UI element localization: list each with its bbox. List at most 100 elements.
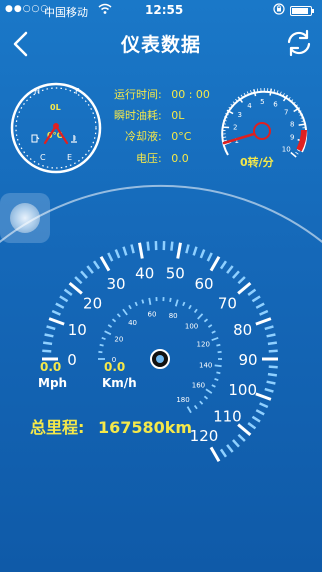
outer-scale-label: 110 bbox=[213, 408, 242, 426]
fuel-temp-gauge: H F C E 0L 0°C bbox=[8, 80, 104, 176]
inner-scale-tick bbox=[197, 313, 204, 320]
inner-scale-tick bbox=[199, 400, 204, 405]
inner-scale-tick bbox=[207, 324, 213, 328]
tachometer-tick-label: 2 bbox=[233, 124, 237, 132]
inner-scale-label: 160 bbox=[192, 381, 205, 389]
temp-high-label: H bbox=[34, 87, 40, 96]
outer-scale-tick bbox=[237, 276, 246, 285]
outer-scale-tick bbox=[86, 265, 94, 274]
outer-scale-tick bbox=[268, 365, 278, 369]
tachometer-tick-label: 8 bbox=[290, 120, 294, 128]
fuel-consumption-value: 0L bbox=[171, 109, 185, 122]
outer-scale-tick bbox=[51, 309, 61, 316]
mph-unit: Mph bbox=[38, 376, 68, 390]
inner-scale-label: 140 bbox=[199, 361, 212, 369]
inner-scale-tick bbox=[203, 318, 209, 323]
inner-scale-tick bbox=[128, 304, 132, 310]
inner-scale-tick bbox=[148, 297, 152, 305]
inner-scale-label: 60 bbox=[148, 311, 157, 319]
inner-scale-tick bbox=[214, 377, 219, 382]
outer-scale-tick bbox=[199, 249, 206, 259]
inner-scale-label: 100 bbox=[185, 323, 198, 331]
outer-scale-tick bbox=[247, 288, 257, 296]
outer-scale-tick bbox=[266, 333, 276, 338]
battery-icon bbox=[290, 6, 314, 16]
outer-scale-tick bbox=[255, 392, 272, 401]
carrier-name: 中国移动 bbox=[44, 6, 88, 19]
inner-scale-label: 80 bbox=[169, 312, 178, 320]
outer-scale-label: 60 bbox=[194, 275, 213, 293]
odometer: 总里程: 167580km bbox=[30, 414, 192, 438]
inner-scale-label: 180 bbox=[176, 396, 189, 404]
inner-scale-tick bbox=[186, 406, 192, 414]
outer-scale-tick bbox=[55, 302, 65, 309]
outer-scale-tick bbox=[255, 302, 265, 309]
outer-scale-label: 100 bbox=[228, 381, 257, 399]
inner-scale-tick bbox=[211, 384, 216, 388]
run-time-value: 00 : 00 bbox=[171, 88, 210, 101]
tachometer-tick-labels: 1234 5 678910 bbox=[233, 98, 294, 154]
outer-scale-tick bbox=[251, 295, 261, 303]
inner-scale-tick bbox=[116, 313, 121, 318]
odometer-value: 167580km bbox=[97, 418, 193, 437]
inner-scale-tick bbox=[141, 299, 145, 304]
tachometer-tick bbox=[222, 123, 227, 125]
outer-scale-label: 90 bbox=[238, 351, 257, 369]
outer-scale-label: 10 bbox=[68, 321, 87, 339]
inner-scale-tick bbox=[216, 371, 221, 375]
outer-scale-tick bbox=[209, 256, 221, 272]
refresh-button[interactable] bbox=[284, 28, 314, 58]
voltage-value: 0.0 bbox=[171, 152, 189, 165]
outer-scale-tick bbox=[42, 341, 53, 346]
outer-scale-tick bbox=[206, 252, 213, 262]
outer-scale-tick bbox=[114, 249, 121, 259]
kmh-unit: Km/h bbox=[102, 376, 137, 390]
inner-scale-tick bbox=[104, 330, 112, 336]
outer-scale-tick bbox=[42, 349, 52, 353]
outer-scale-tick bbox=[130, 244, 135, 254]
background-arc bbox=[0, 184, 322, 244]
inner-scale-tick bbox=[193, 308, 198, 314]
fuel-consumption-row: 瞬时油耗: 0L bbox=[114, 107, 184, 123]
tachometer-tick-label: 10 bbox=[282, 146, 291, 154]
inner-scale-tick bbox=[211, 336, 219, 342]
outer-scale-tick bbox=[232, 270, 240, 279]
outer-scale-tick bbox=[219, 260, 228, 270]
outer-scale-tick bbox=[74, 276, 83, 285]
fuel-pump-icon bbox=[31, 134, 40, 143]
mph-value: 0.0 bbox=[40, 360, 62, 374]
outer-scale-tick bbox=[247, 422, 257, 430]
tachometer-tick bbox=[295, 151, 299, 155]
inner-scale-tick bbox=[174, 299, 179, 307]
wifi-icon bbox=[98, 3, 112, 18]
fuel-gauge-reading: 0L bbox=[50, 103, 61, 112]
inner-scale-tick bbox=[211, 330, 216, 334]
inner-scale-tick bbox=[134, 301, 138, 307]
odometer-label: 总里程: bbox=[30, 418, 85, 437]
tachometer: 1 2 3 4 5 6 7 8 9 10 0转/分 bbox=[206, 80, 316, 172]
outer-scale-tick bbox=[255, 409, 265, 416]
tachometer-tick bbox=[298, 123, 306, 126]
outer-scale-tick bbox=[44, 333, 54, 338]
outer-scale-tick bbox=[266, 380, 276, 385]
tachometer-tick bbox=[223, 139, 227, 142]
outer-scale-tick bbox=[80, 270, 88, 279]
outer-scale-tick bbox=[176, 242, 182, 259]
voltage-row: 电压: 0.0 bbox=[136, 150, 189, 166]
outer-scale-tick bbox=[251, 415, 261, 423]
inner-scale-label: 120 bbox=[197, 340, 210, 348]
outer-scale-label: 40 bbox=[135, 264, 154, 282]
run-time-label: 运行时间: bbox=[114, 88, 162, 101]
tachometer-tick bbox=[290, 151, 297, 158]
kmh-value: 0.0 bbox=[104, 360, 126, 374]
outer-scale-label: 20 bbox=[83, 294, 102, 312]
tachometer-tick bbox=[256, 88, 259, 93]
outer-scale-tick bbox=[267, 372, 278, 377]
status-time: 12:55 bbox=[145, 3, 184, 17]
coolant-label: 冷却液: bbox=[125, 130, 162, 143]
outer-scale-tick bbox=[146, 241, 150, 251]
tachometer-tick bbox=[253, 89, 257, 97]
inner-scale-tick bbox=[107, 324, 113, 328]
outer-scale-tick bbox=[107, 252, 114, 262]
outer-scale-tick bbox=[226, 265, 234, 274]
